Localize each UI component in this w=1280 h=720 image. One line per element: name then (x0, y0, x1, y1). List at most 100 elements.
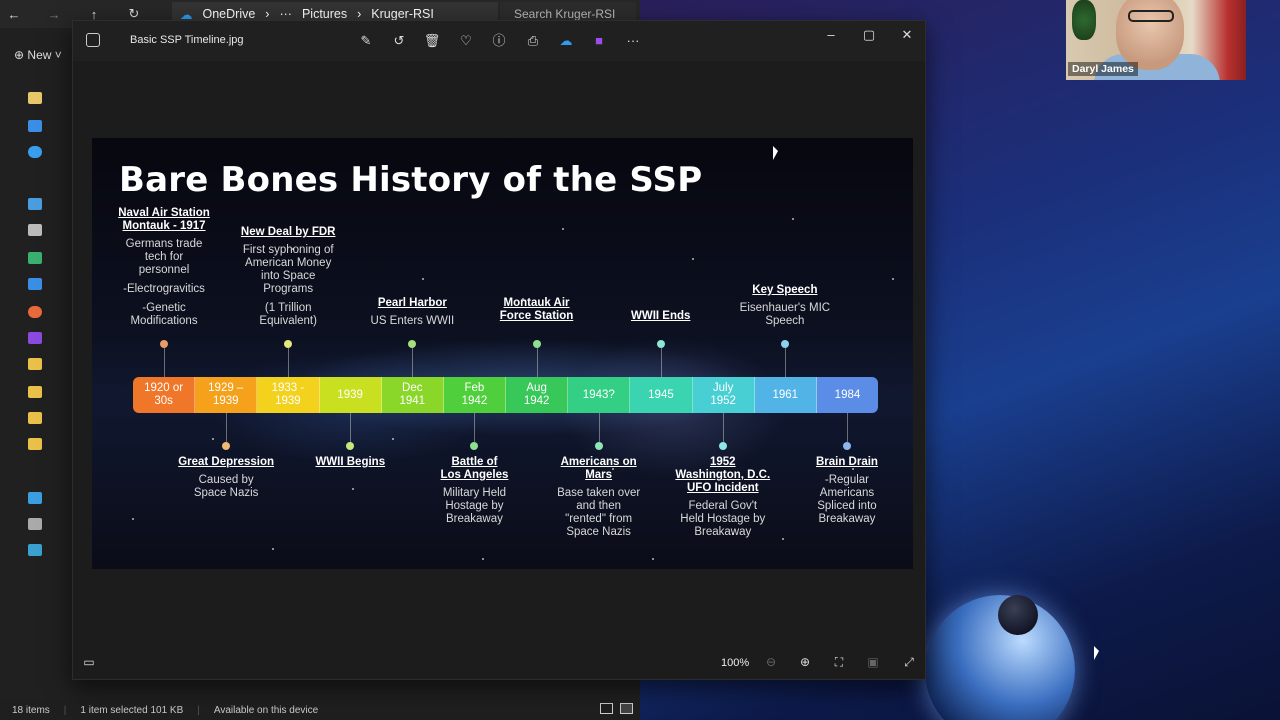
event-description: Germans trade tech for personnel (125, 238, 203, 276)
print-icon[interactable]: ⎙ (524, 32, 542, 50)
event-description: Federal Gov't Held Hostage by Breakaway (680, 500, 766, 538)
breadcrumb-item-kruger[interactable]: Kruger-RSI (371, 7, 434, 21)
timeline-connector (660, 348, 662, 377)
event-heading: Americans on Mars (560, 456, 637, 481)
zoom-out-icon[interactable]: ⊖ (763, 655, 779, 671)
breadcrumb-separator-icon: › (265, 7, 270, 21)
event-description: -Regular Americans Spliced into Breakaway (817, 474, 877, 525)
selection-info: 1 item selected 101 KB (80, 704, 184, 716)
timeline-event-below: 1952 Washington, D.C. UFO Incident Federal … (658, 456, 788, 539)
breadcrumb-item-pictures[interactable]: Pictures (302, 7, 347, 21)
viewer-footer: ▭ 100% ⊖ ⊕ ⛶ ▣ ⤢ (73, 647, 925, 679)
details-view-icon[interactable] (600, 703, 613, 714)
timeline-connector (350, 413, 352, 442)
event-description: -Genetic Modifications (130, 302, 198, 327)
star-decoration (852, 468, 854, 470)
more-icon[interactable]: ··· (624, 32, 642, 50)
timeline-dot (222, 442, 231, 450)
folder-icon[interactable] (28, 412, 42, 424)
onedrive-icon[interactable] (28, 146, 42, 158)
timeline-event-below: WWII Begins (285, 456, 415, 474)
zoom-in-icon[interactable]: ⊕ (797, 655, 813, 671)
clipchamp-icon[interactable]: ■ (590, 32, 608, 50)
tiles-view-icon[interactable] (620, 703, 633, 714)
timeline-segment: Aug 1942 (506, 377, 569, 413)
minimize-icon[interactable]: – (821, 27, 841, 47)
timeline-event-below: Great Depression Caused by Space Nazis (161, 456, 291, 500)
event-heading: WWII Ends (630, 310, 691, 322)
close-icon[interactable]: ✕ (897, 27, 917, 47)
new-button[interactable]: ⊕ New ˅ (14, 48, 62, 62)
fit-to-window-icon[interactable]: ⛶ (831, 655, 847, 671)
timeline-event-below: Battle of Los Angeles Military Held Hostage… (409, 456, 539, 526)
folder-icon[interactable] (28, 386, 42, 398)
timeline-segment: 1920 or 30s (133, 377, 196, 413)
breadcrumb-more-button[interactable]: ··· (279, 7, 292, 21)
navigation-pane (0, 80, 62, 680)
timeline-event-above: New Deal by FDR First syphoning of America… (223, 226, 353, 328)
star-decoration (292, 248, 294, 250)
music-folder-icon[interactable] (28, 306, 42, 318)
favorite-icon[interactable]: ♡ (457, 32, 475, 50)
timeline-segment: July 1952 (692, 377, 755, 413)
timeline-dot (470, 442, 479, 450)
forward-arrow-icon[interactable]: → (40, 7, 68, 22)
actual-size-icon[interactable]: ▣ (865, 655, 881, 671)
breadcrumb-separator-icon: › (357, 7, 362, 21)
rotate-icon[interactable]: ↺ (390, 32, 408, 50)
folder-icon[interactable] (28, 358, 42, 370)
timeline-event-below: Brain Drain -Regular Americans Spliced into… (782, 456, 912, 526)
event-heading: Great Depression (178, 456, 275, 468)
pictures-folder-icon[interactable] (28, 278, 42, 290)
event-heading: Key Speech (752, 284, 818, 296)
back-arrow-icon[interactable]: ← (0, 7, 28, 22)
delete-icon[interactable]: 🗑 (423, 32, 441, 50)
star-decoration (792, 218, 794, 220)
maximize-icon[interactable]: ▢ (859, 27, 879, 47)
availability-status: Available on this device (213, 704, 319, 716)
timeline-connector (226, 413, 228, 442)
timeline-segment: 1929 –1939 (195, 377, 258, 413)
timeline-event-above: WWII Ends (596, 310, 726, 328)
network-icon[interactable] (28, 544, 42, 556)
info-icon[interactable]: ⓘ (490, 32, 508, 50)
zoom-level[interactable]: 100% (721, 657, 749, 669)
this-pc-icon[interactable] (28, 492, 42, 504)
timeline-event-above: Key Speech Eisenhauer's MIC Speech (720, 284, 850, 328)
timeline-bar: 1920 or 30s 1929 –1939 1933 -1939 1939 Dec 194… (133, 377, 878, 413)
breadcrumb-item-onedrive[interactable]: OneDrive (203, 7, 256, 21)
edit-icon[interactable]: ✎ (357, 32, 375, 50)
event-heading: Pearl Harbor (377, 297, 447, 309)
star-decoration (652, 558, 654, 560)
gallery-icon[interactable] (28, 120, 42, 132)
photos-app-icon (86, 33, 100, 47)
items-count: 18 items (12, 704, 50, 716)
desktop-folder-icon[interactable] (28, 198, 42, 210)
star-decoration (212, 438, 214, 440)
onedrive-icon[interactable]: ☁ (557, 32, 575, 50)
event-heading: Montauk Air Force Station (499, 297, 574, 322)
star-decoration (482, 558, 484, 560)
drive-icon[interactable] (28, 518, 42, 530)
mouse-cursor-icon (773, 146, 778, 160)
timeline-segment: Dec 1941 (381, 377, 444, 413)
timeline-dot (594, 442, 603, 450)
timeline-segment: 1945 (630, 377, 693, 413)
home-icon[interactable] (28, 92, 42, 104)
timeline-dot (408, 340, 417, 348)
documents-folder-icon[interactable] (28, 224, 42, 236)
timeline-event-below: Americans on Mars Base taken over and then "… (534, 456, 664, 539)
downloads-folder-icon[interactable] (28, 252, 42, 264)
event-description: (1 Trillion Equivalent) (259, 302, 317, 327)
timeline-dot (842, 442, 851, 450)
timeline-slide-image: Bare Bones History of the SSP 1920 or 30s… (92, 138, 913, 569)
star-decoration (732, 533, 734, 535)
folder-icon[interactable] (28, 438, 42, 450)
divider: | (63, 704, 67, 716)
moon-graphic (998, 595, 1038, 635)
timeline-connector (536, 348, 538, 377)
filmstrip-icon[interactable]: ▭ (81, 655, 97, 671)
webcam-video-tile[interactable]: Daryl James (1066, 0, 1246, 80)
videos-folder-icon[interactable] (28, 332, 42, 344)
fullscreen-icon[interactable]: ⤢ (901, 655, 917, 671)
